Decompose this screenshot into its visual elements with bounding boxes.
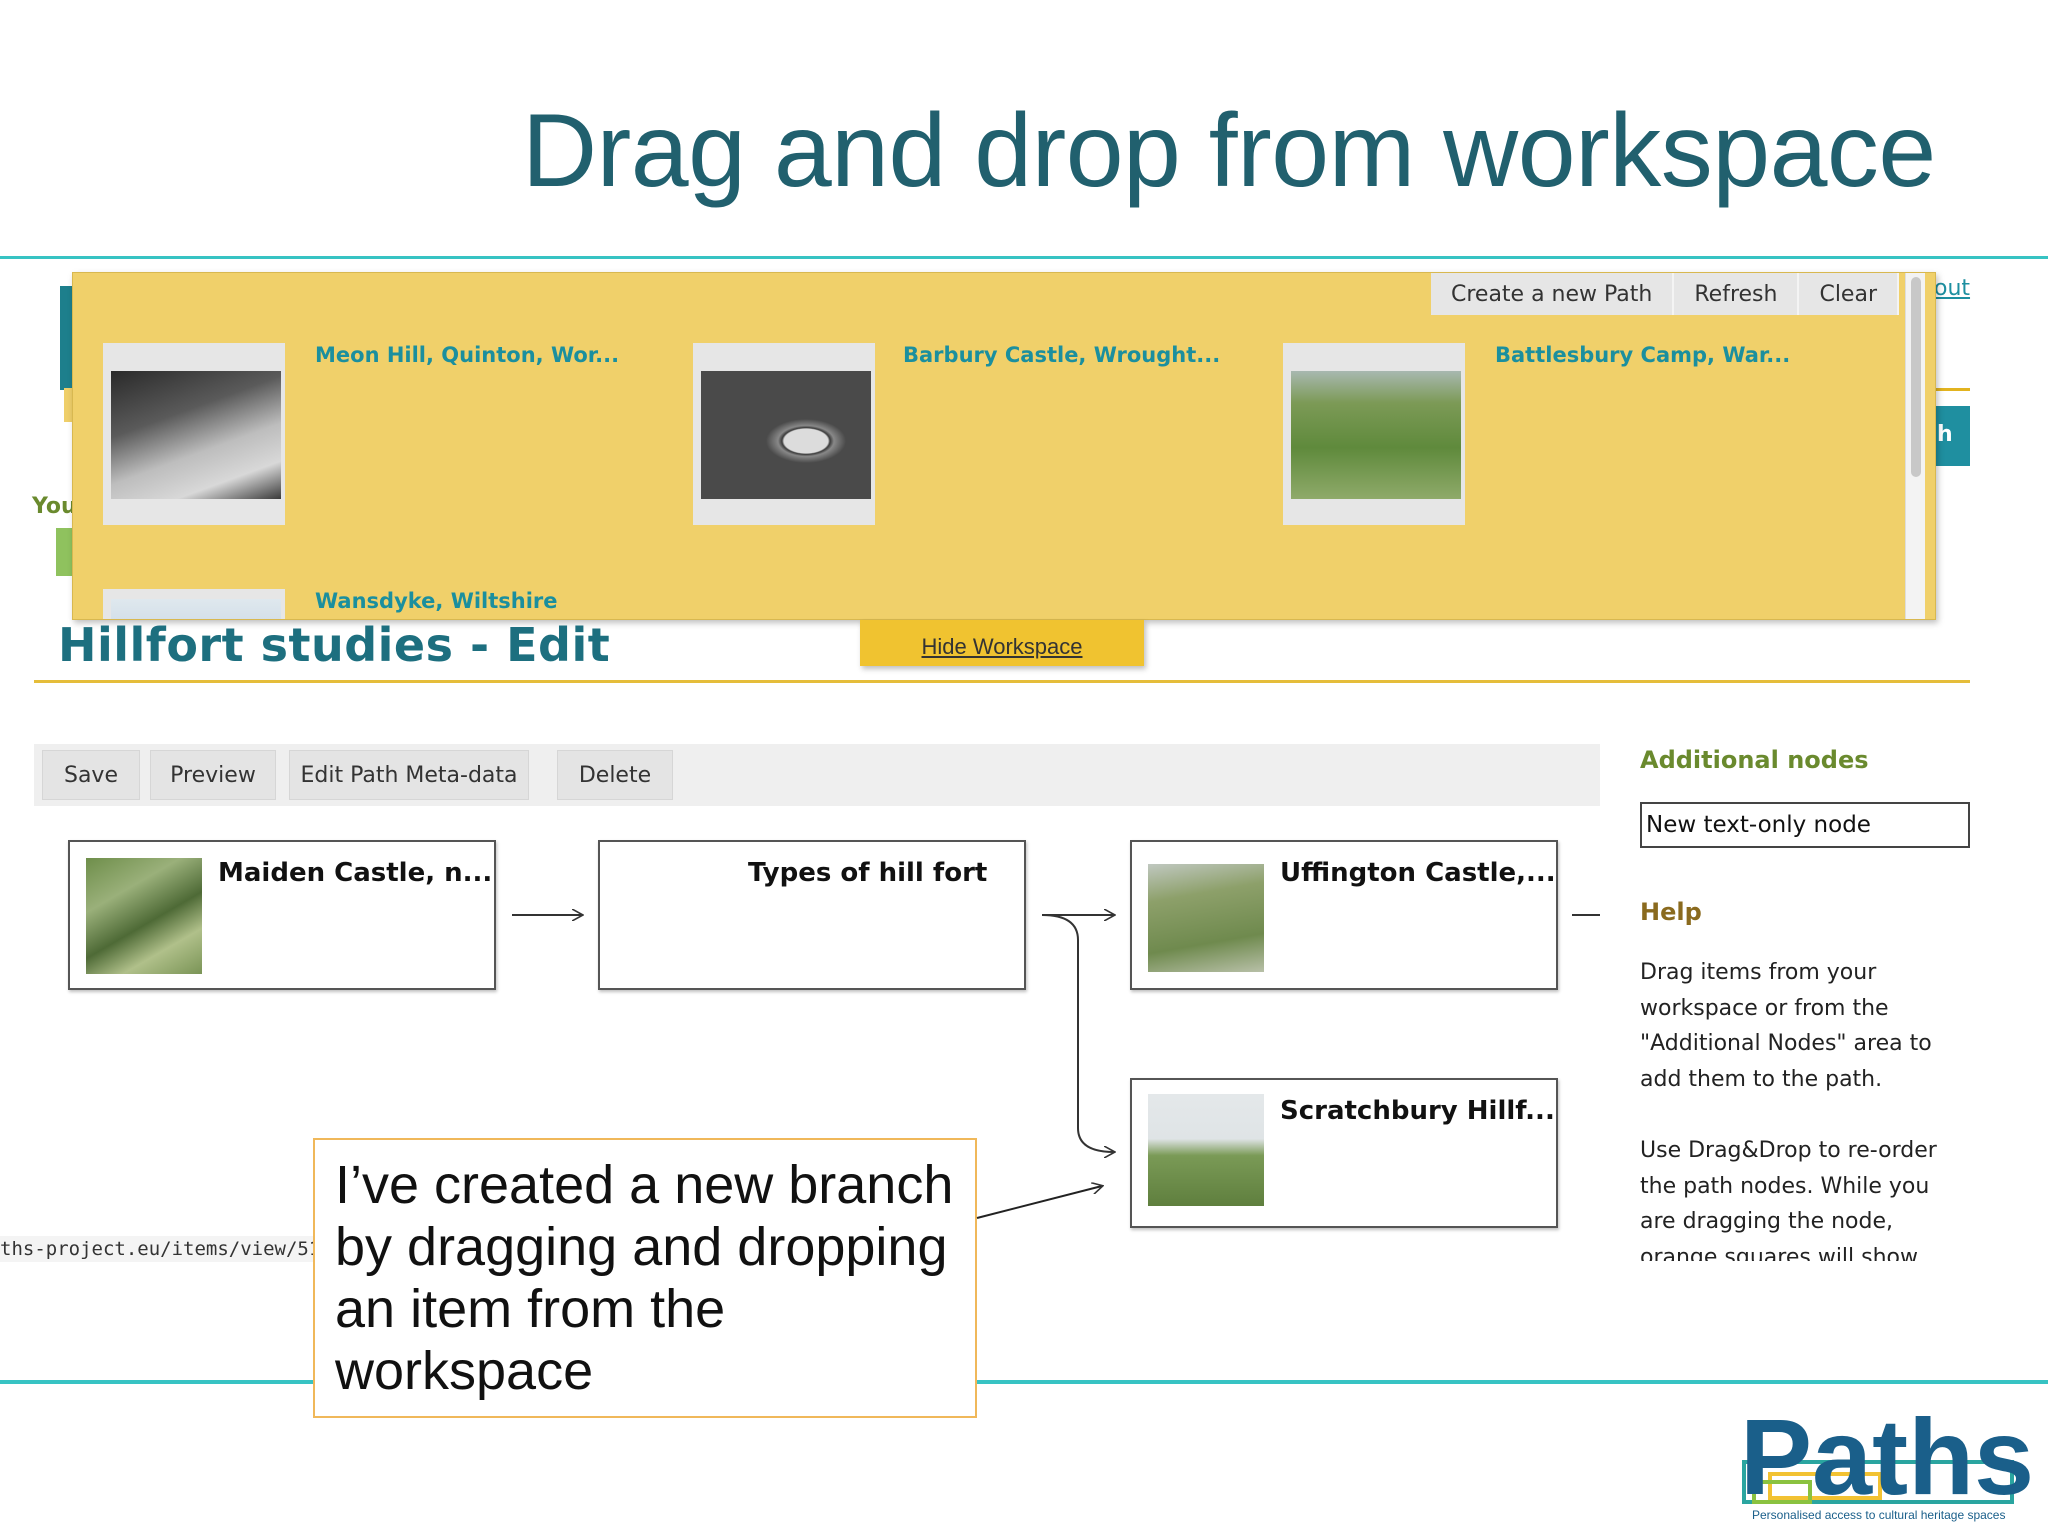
additional-nodes-heading: Additional nodes (1640, 746, 1869, 774)
hill-photo-image (1148, 1094, 1264, 1206)
node-title: Maiden Castle, n... (218, 858, 493, 888)
workspace-toolbar: Create a new Path Refresh Clear (1430, 273, 1899, 315)
refresh-button[interactable]: Refresh (1674, 273, 1800, 315)
logo-tagline: Personalised access to cultural heritage… (1752, 1508, 2006, 1522)
workspace-panel: Create a new Path Refresh Clear Meon Hil… (72, 272, 1936, 620)
logo-text: Paths (1740, 1396, 2030, 1517)
node-title: Uffington Castle,... (1280, 858, 1556, 888)
node-title: Scratchbury Hillf... (1280, 1096, 1555, 1126)
workspace-item-title[interactable]: Wansdyke, Wiltshire (315, 589, 558, 613)
workspace-item-title[interactable]: Battlesbury Camp, War... (1495, 343, 1790, 367)
workspace-item-thumbnail[interactable] (693, 343, 875, 525)
heading-divider (34, 680, 1970, 683)
dyke-photo-image (111, 599, 281, 619)
background-header-bar (60, 286, 72, 390)
logout-link[interactable]: out (1934, 276, 1970, 301)
node-title: Types of hill fort (748, 858, 988, 888)
workspace-item-thumbnail[interactable] (103, 589, 285, 619)
save-button[interactable]: Save (42, 750, 140, 800)
help-paragraph: Drag items from your workspace or from t… (1640, 960, 1932, 1092)
path-node[interactable]: Scratchbury Hillf... (1130, 1078, 1558, 1228)
page-title: Hillfort studies - Edit (58, 618, 611, 672)
preview-button[interactable]: Preview (150, 750, 276, 800)
help-heading: Help (1640, 898, 1702, 926)
editor-toolbar: Save Preview Edit Path Meta-data Delete (34, 744, 1600, 806)
create-path-button[interactable]: Create a new Path (1430, 273, 1675, 315)
workspace-item-thumbnail[interactable] (103, 343, 285, 525)
background-gold-line (1930, 388, 1970, 391)
branch-arrow (1041, 914, 1114, 1152)
paths-logo: Paths (1740, 1396, 2030, 1517)
clear-button[interactable]: Clear (1799, 273, 1899, 315)
path-node[interactable]: Types of hill fort (598, 840, 1026, 990)
edit-metadata-button[interactable]: Edit Path Meta-data (289, 750, 529, 800)
castle-aerial-image (701, 371, 871, 499)
path-node[interactable]: Maiden Castle, n... (68, 840, 496, 990)
bottom-divider (0, 1380, 2048, 1384)
workspace-item-title[interactable]: Meon Hill, Quinton, Wor... (315, 343, 619, 367)
workspace-item-title[interactable]: Barbury Castle, Wrought... (903, 343, 1220, 367)
callout-arrow (976, 1186, 1102, 1219)
path-node[interactable]: Uffington Castle,... (1130, 840, 1558, 990)
hill-photo-image (111, 371, 281, 499)
hill-photo-image (1148, 864, 1264, 972)
top-divider (0, 256, 2048, 259)
camp-aerial-image (1291, 371, 1461, 499)
slide-title: Drag and drop from workspace (522, 93, 1936, 209)
workspace-scrollbar[interactable] (1905, 273, 1925, 619)
background-user-label: You (32, 494, 77, 519)
help-text: Drag items from your workspace or from t… (1640, 955, 1970, 1261)
delete-button[interactable]: Delete (557, 750, 673, 800)
workspace-item-thumbnail[interactable] (1283, 343, 1465, 525)
new-text-node[interactable]: New text-only node (1640, 802, 1970, 848)
castle-photo-image (86, 858, 202, 974)
workspace-scrollbar-thumb[interactable] (1911, 277, 1921, 477)
status-bar-url: ths-project.eu/items/view/510a7 (0, 1236, 320, 1262)
callout-box: I’ve created a new branch by dragging an… (313, 1138, 977, 1418)
hide-workspace-button[interactable]: Hide Workspace (860, 620, 1144, 666)
help-paragraph: Use Drag&Drop to re-order the path nodes… (1640, 1138, 1937, 1261)
